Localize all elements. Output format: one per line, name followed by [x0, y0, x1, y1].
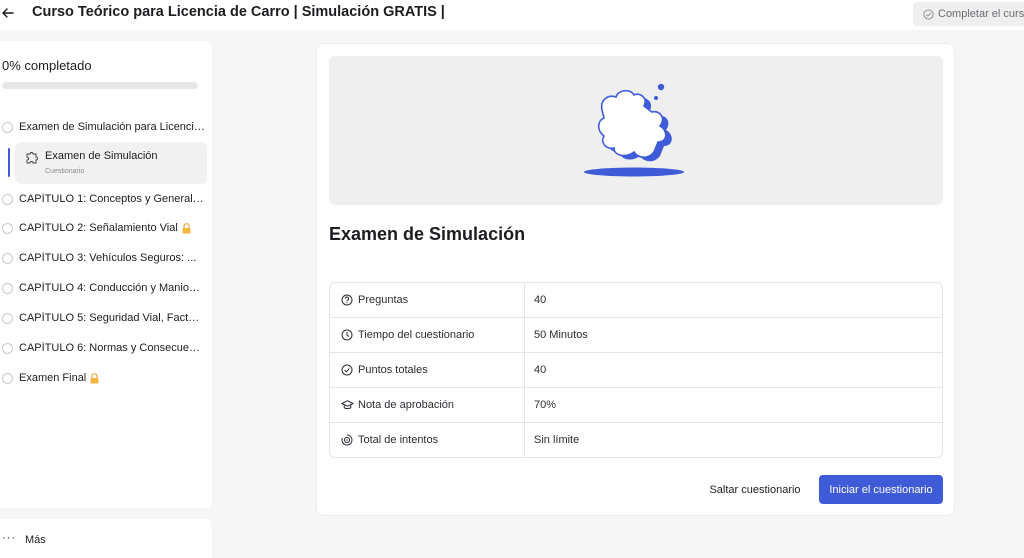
sidebar-item-chapter-4[interactable]: CAPÍTULO 4: Conducción y Maniobras: [0, 278, 210, 298]
start-quiz-button[interactable]: Iniciar el cuestionario: [819, 475, 943, 504]
sidebar-item-chapter-6[interactable]: CAPÍTULO 6: Normas y Consecuencias: [0, 338, 210, 358]
table-row-passing-grade: Nota de aprobación 70%: [330, 388, 942, 423]
active-lesson-type: Cuestionario: [45, 168, 85, 175]
lock-icon: [90, 372, 99, 383]
detail-value: 40: [534, 294, 547, 306]
detail-label: Tiempo del cuestionario: [358, 329, 475, 341]
puzzle-icon: [26, 152, 38, 164]
detail-label: Puntos totales: [358, 364, 428, 376]
sidebar-item-chapter-5[interactable]: CAPÍTULO 5: Seguridad Vial, Factores: [0, 308, 210, 328]
check-circle-icon: [341, 364, 353, 376]
more-menu-button[interactable]: ··· Más: [0, 519, 212, 558]
sidebar-item-label: CAPÍTULO 3: Vehículos Seguros: ...: [19, 252, 197, 264]
table-row-points: Puntos totales 40: [330, 353, 942, 388]
active-indicator: [8, 148, 10, 177]
sidebar-item-label: CAPÍTULO 1: Conceptos y Generalidades: [19, 193, 205, 205]
table-row-time: Tiempo del cuestionario 50 Minutos: [330, 318, 942, 353]
quiz-details-table: Preguntas 40 Tiempo del cuestionario 50 …: [329, 282, 943, 458]
quiz-title: Examen de Simulación: [329, 224, 526, 244]
detail-value: 40: [534, 364, 547, 376]
complete-course-button[interactable]: Completar el curso: [913, 2, 1024, 26]
course-title: Curso Teórico para Licencia de Carro | S…: [32, 4, 445, 20]
table-row-questions: Preguntas 40: [330, 283, 942, 318]
progress-label: 0% completado: [2, 58, 92, 73]
sidebar-item-label: CAPÍTULO 2: Señalamiento Vial: [19, 222, 178, 234]
detail-value: 70%: [534, 399, 557, 411]
sidebar-item-final-exam[interactable]: Examen Final: [0, 368, 210, 388]
attempts-icon: [341, 434, 353, 446]
more-label: Más: [25, 534, 46, 546]
back-arrow-icon[interactable]: [0, 4, 18, 22]
sidebar-item-label: CAPÍTULO 4: Conducción y Maniobras: [19, 282, 205, 294]
detail-label: Preguntas: [358, 294, 409, 306]
sidebar-item-chapter-2[interactable]: CAPÍTULO 2: Señalamiento Vial: [0, 218, 210, 238]
progress-bar: [2, 82, 198, 89]
status-circle-icon: [2, 121, 13, 133]
detail-label: Total de intentos: [358, 434, 439, 446]
lock-icon: [182, 222, 191, 233]
question-circle-icon: [341, 294, 353, 306]
detail-value: Sin límite: [534, 434, 580, 446]
skip-quiz-button[interactable]: Saltar cuestionario: [703, 476, 807, 503]
status-circle-icon: [2, 282, 13, 294]
sidebar: 0% completado Examen de Simulación para …: [0, 41, 212, 508]
sidebar-item-chapter-1[interactable]: CAPÍTULO 1: Conceptos y Generalidades: [0, 189, 210, 209]
check-circle-icon: [923, 8, 934, 20]
graduation-cap-icon: [341, 400, 354, 410]
status-circle-icon: [2, 342, 13, 354]
top-bar: Curso Teórico para Licencia de Carro | S…: [0, 0, 1024, 30]
sidebar-lesson-active[interactable]: Examen de Simulación Cuestionario: [15, 142, 207, 184]
detail-label: Nota de aprobación: [358, 399, 455, 411]
sidebar-item-simulation-section[interactable]: Examen de Simulación para Licencia de Ca…: [0, 117, 210, 137]
complete-course-label: Completar el curso: [938, 8, 1024, 20]
sidebar-item-label: CAPÍTULO 6: Normas y Consecuencias: [19, 342, 205, 354]
sidebar-item-label: Examen Final: [19, 372, 87, 384]
status-circle-icon: [2, 312, 13, 324]
quiz-card: Examen de Simulación Preguntas 40 Tiempo…: [316, 43, 955, 516]
status-circle-icon: [2, 193, 13, 205]
status-circle-icon: [2, 252, 13, 264]
puzzle-illustration-icon: [584, 83, 684, 177]
clock-icon: [341, 329, 353, 341]
quiz-hero-illustration: [329, 56, 943, 205]
sidebar-item-label: Examen de Simulación para Licencia de Ca…: [19, 121, 205, 133]
table-row-attempts: Total de intentos Sin límite: [330, 423, 942, 457]
status-circle-icon: [2, 222, 13, 234]
sidebar-item-label: CAPÍTULO 5: Seguridad Vial, Factores: [19, 312, 205, 324]
status-circle-icon: [2, 372, 13, 384]
more-dots-icon: ···: [2, 532, 16, 544]
active-lesson-title: Examen de Simulación: [45, 150, 158, 162]
detail-value: 50 Minutos: [534, 329, 588, 341]
sidebar-item-chapter-3[interactable]: CAPÍTULO 3: Vehículos Seguros: ...: [0, 248, 210, 268]
